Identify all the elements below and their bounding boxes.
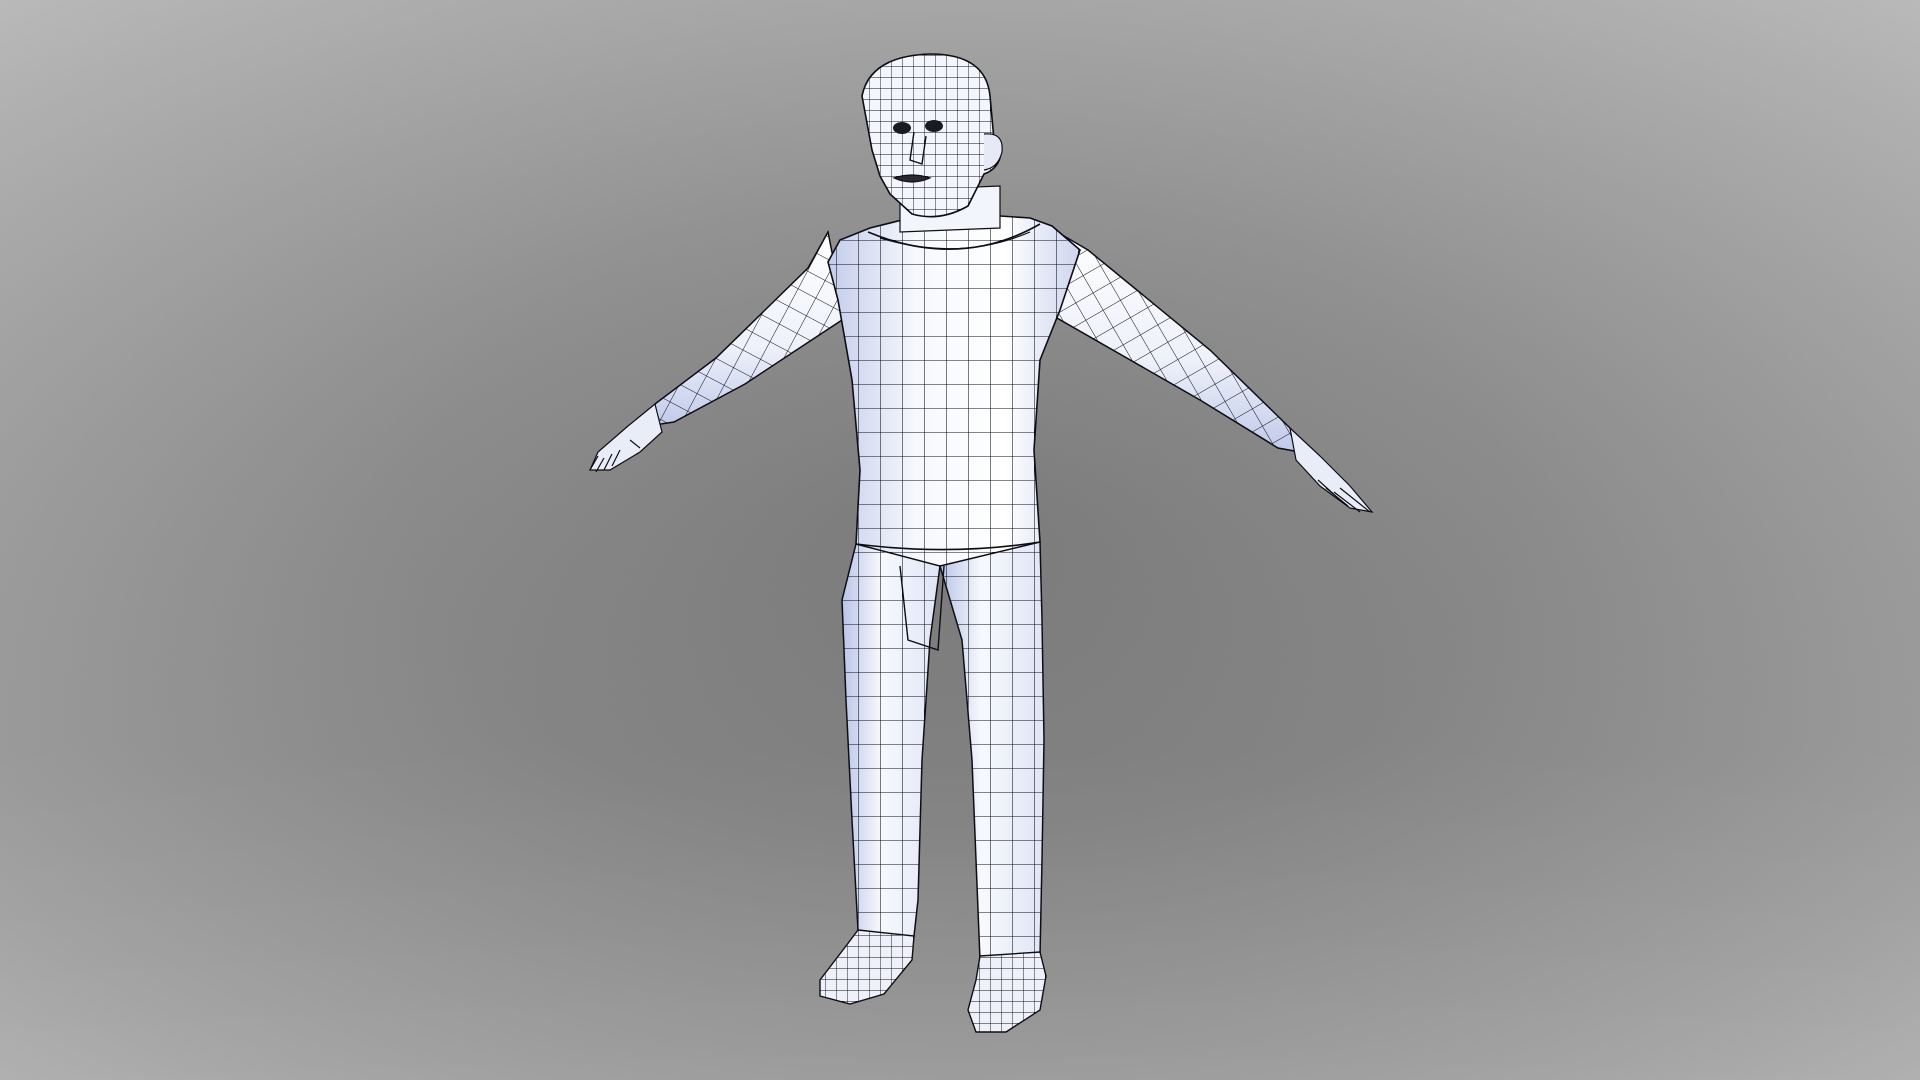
left-eye xyxy=(893,122,911,134)
torso[interactable] xyxy=(827,213,1081,567)
right-arm[interactable] xyxy=(1039,220,1374,513)
right-leg[interactable] xyxy=(939,541,1047,1033)
right-eye xyxy=(925,120,943,132)
left-leg[interactable] xyxy=(819,543,941,1005)
left-arm[interactable] xyxy=(589,229,846,473)
3d-viewport[interactable] xyxy=(0,0,1920,1080)
wireframe-model[interactable] xyxy=(0,0,1920,1080)
